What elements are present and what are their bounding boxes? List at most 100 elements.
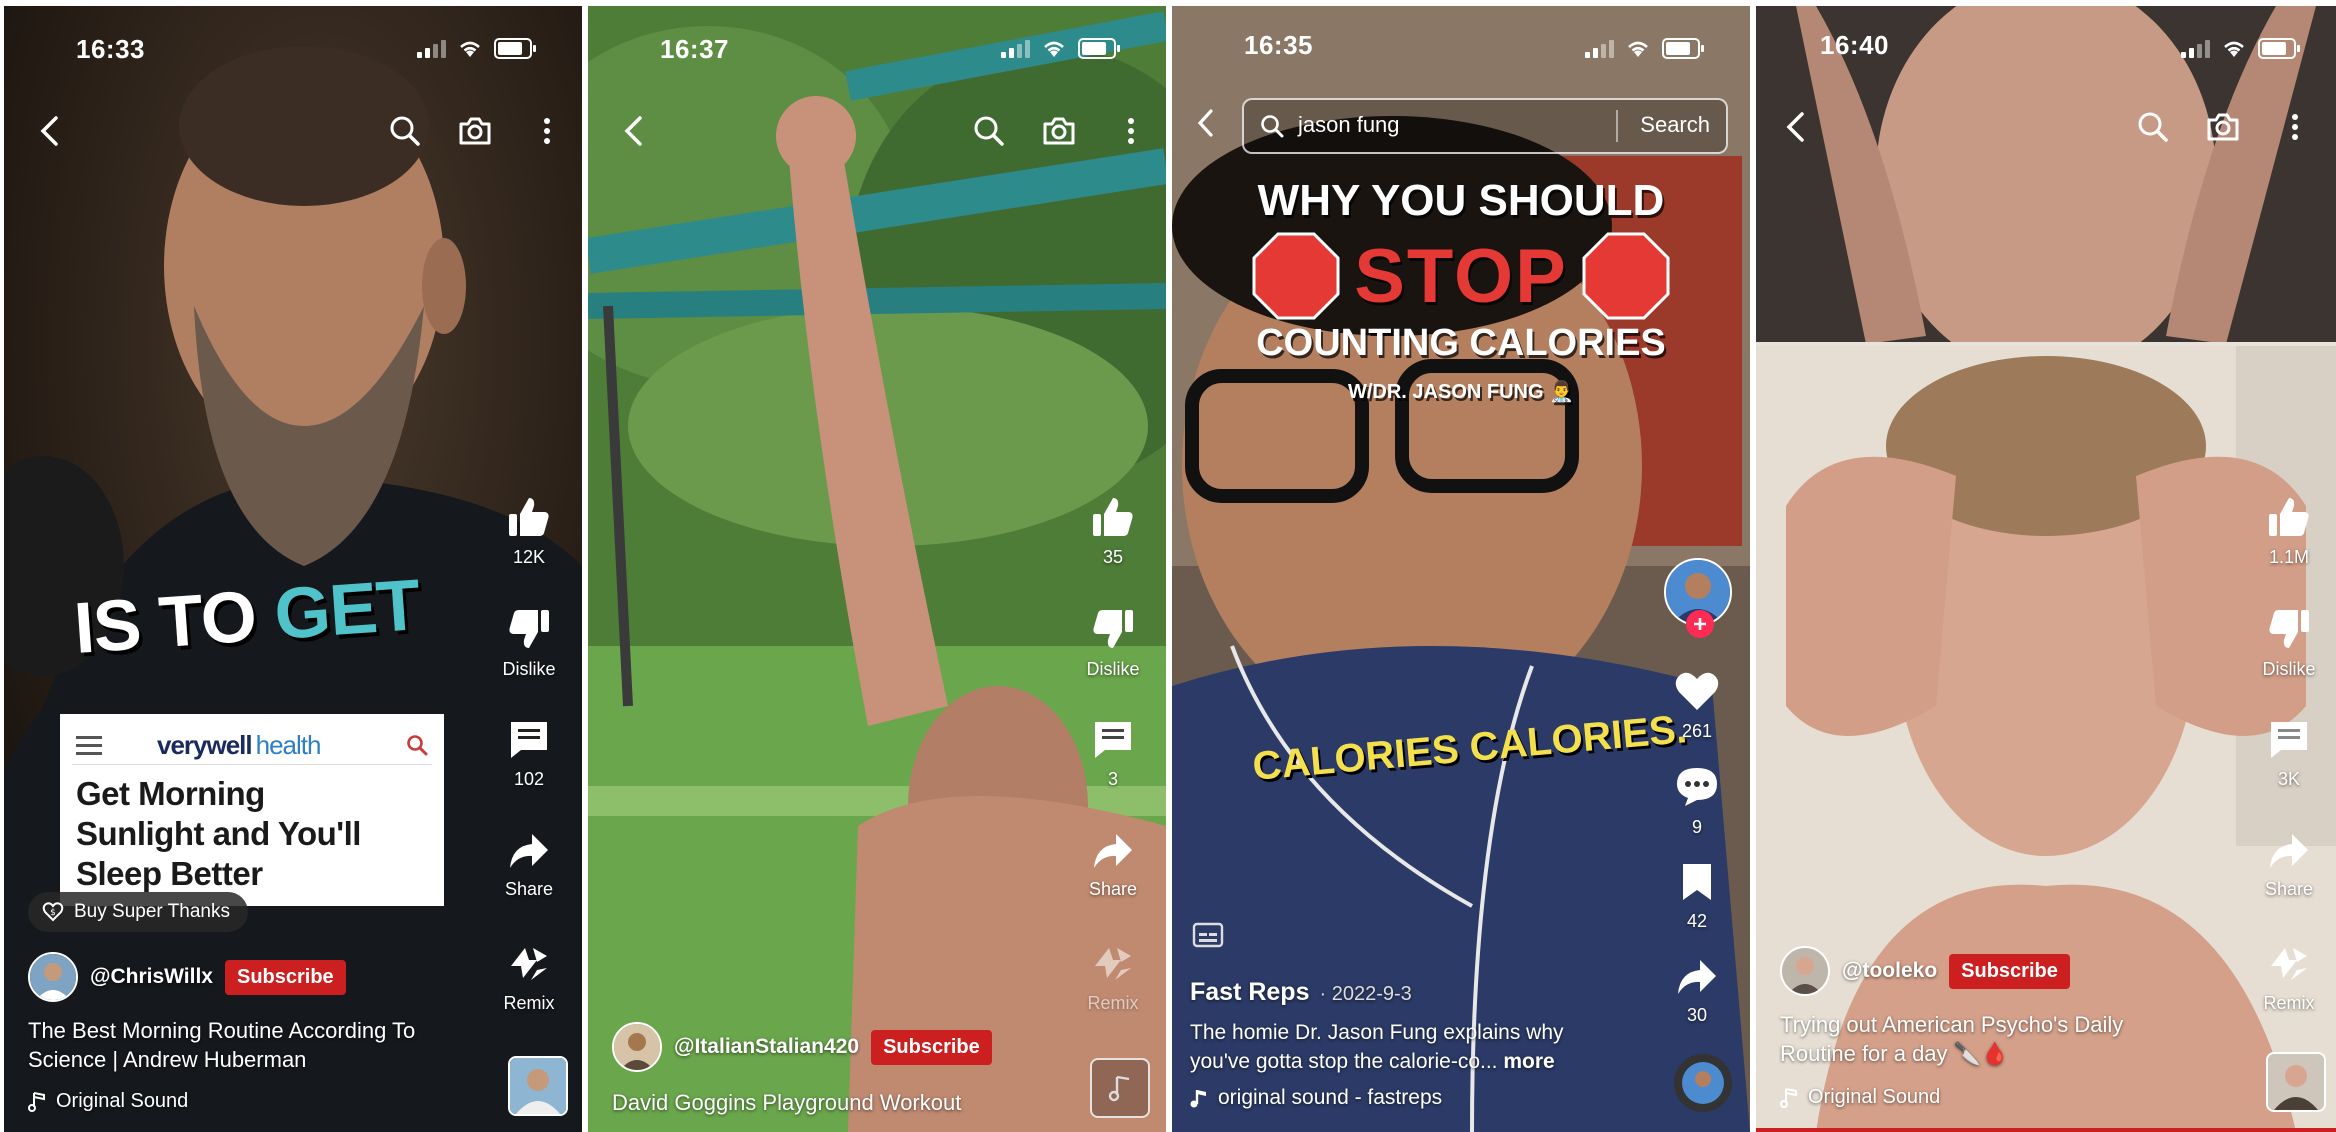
comments-button[interactable]: 102 <box>494 720 564 790</box>
share-button[interactable]: 30 <box>1662 958 1732 1026</box>
back-button[interactable] <box>24 106 74 156</box>
comment-bubble-icon <box>1677 768 1717 806</box>
channel-handle[interactable]: @tooleko <box>1842 959 1937 983</box>
video-headline: WHY YOU SHOULD STOP COUNTING CALORIES W/… <box>1172 176 1750 404</box>
sound-thumbnail[interactable] <box>508 1056 568 1116</box>
sound-link[interactable]: Original Sound <box>28 1090 188 1113</box>
search-divider <box>1616 110 1618 142</box>
search-submit-button[interactable]: Search <box>1640 112 1710 138</box>
remix-icon <box>1095 948 1131 980</box>
channel-avatar[interactable] <box>1780 946 1830 996</box>
bookmark-icon <box>1683 864 1711 900</box>
video-title[interactable]: Trying out American Psycho's Daily Routi… <box>1780 1010 2123 1068</box>
top-bar <box>588 106 1166 166</box>
like-button[interactable]: 261 <box>1662 670 1732 742</box>
camera-button[interactable] <box>2198 102 2248 152</box>
avatar-image <box>614 1024 660 1070</box>
search-icon <box>407 735 428 756</box>
thumbs-down-icon <box>2269 610 2309 648</box>
cellular-signal-icon <box>2181 39 2210 58</box>
search-icon <box>2138 112 2168 142</box>
dislike-button[interactable]: Dislike <box>494 608 564 680</box>
top-bar <box>1756 102 2336 162</box>
channel-avatar[interactable] <box>612 1022 662 1072</box>
heart-icon <box>1675 672 1719 710</box>
share-arrow-icon <box>2270 834 2308 868</box>
status-time: 16:37 <box>660 34 729 64</box>
comments-button[interactable]: 9 <box>1662 766 1732 838</box>
hamburger-menu-icon <box>76 736 102 755</box>
share-button[interactable]: Share <box>2254 832 2324 900</box>
subscribe-button[interactable]: Subscribe <box>1949 953 2070 989</box>
chevron-left-icon <box>1197 109 1213 137</box>
disc-image <box>1682 1062 1724 1104</box>
more-options-button[interactable] <box>2270 102 2320 152</box>
video-title[interactable]: The Best Morning Routine According To Sc… <box>28 1016 415 1074</box>
dislike-button[interactable]: Dislike <box>2254 608 2324 680</box>
like-button[interactable]: 35 <box>1078 496 1148 568</box>
channel-handle[interactable]: @ItalianStalian420 <box>674 1035 859 1059</box>
share-button[interactable]: Share <box>494 832 564 900</box>
like-button[interactable]: 1.1M <box>2254 496 2324 568</box>
remix-button[interactable]: Remix <box>2254 944 2324 1014</box>
search-bar[interactable]: jason fung Search <box>1242 98 1728 154</box>
short-video-screen-goggins: 16:37 35 Dislike 3 Share Remix @ItalianS… <box>588 6 1166 1132</box>
plus-icon <box>1694 618 1706 630</box>
camera-button[interactable] <box>450 106 500 156</box>
camera-icon <box>459 117 491 145</box>
sound-disc[interactable] <box>1674 1054 1732 1112</box>
more-options-button[interactable] <box>1106 106 1156 156</box>
battery-icon <box>1078 38 1120 59</box>
back-button[interactable] <box>1180 98 1230 148</box>
more-link[interactable]: more <box>1503 1050 1554 1073</box>
like-button[interactable]: 12K <box>494 496 564 568</box>
progress-bar[interactable] <box>1756 1128 2336 1132</box>
sound-thumbnail[interactable] <box>1090 1058 1150 1118</box>
super-thanks-button[interactable]: $ Buy Super Thanks <box>28 892 248 932</box>
captions-button[interactable] <box>1192 922 1224 953</box>
back-button[interactable] <box>608 106 658 156</box>
dislike-button[interactable]: Dislike <box>1078 608 1148 680</box>
search-button[interactable] <box>964 106 1014 156</box>
sound-link[interactable]: Original Sound <box>1780 1086 1940 1109</box>
more-options-button[interactable] <box>522 106 572 156</box>
battery-icon <box>494 38 536 59</box>
avatar-image <box>1782 948 1828 994</box>
bookmark-button[interactable]: 42 <box>1662 862 1732 932</box>
camera-button[interactable] <box>1034 106 1084 156</box>
action-rail: 261 9 42 30 <box>1662 670 1732 1030</box>
search-button[interactable] <box>380 106 430 156</box>
remix-button[interactable]: Remix <box>1078 944 1148 1014</box>
short-video-screen-american-psycho: 16:40 1.1M Dislike 3K Share Remix @toole… <box>1756 6 2336 1132</box>
share-button[interactable]: Share <box>1078 832 1148 900</box>
subscribe-button[interactable]: Subscribe <box>224 959 346 995</box>
search-button[interactable] <box>2128 102 2178 152</box>
action-rail: 1.1M Dislike 3K Share Remix <box>2254 496 2324 1016</box>
post-date: · 2022-9-3 <box>1319 983 1412 1005</box>
channel-avatar[interactable] <box>28 952 78 1002</box>
remix-icon <box>2271 948 2307 980</box>
search-input[interactable]: jason fung <box>1298 112 1400 138</box>
comments-button[interactable]: 3 <box>1078 720 1148 790</box>
back-button[interactable] <box>1770 102 1820 152</box>
video-description[interactable]: The homie Dr. Jason Fung explains why yo… <box>1190 1018 1564 1076</box>
follow-plus-button[interactable] <box>1686 610 1714 638</box>
comments-button[interactable]: 3K <box>2254 720 2324 790</box>
sound-thumbnail[interactable] <box>2266 1052 2326 1112</box>
status-bar: 16:37 <box>588 6 1166 86</box>
share-arrow-icon <box>1678 960 1716 994</box>
remix-button[interactable]: Remix <box>494 944 564 1014</box>
wifi-icon <box>1628 41 1648 57</box>
sound-link[interactable]: original sound - fastreps <box>1190 1086 1442 1110</box>
super-thanks-heart-icon: $ <box>42 902 64 922</box>
camera-icon <box>2207 113 2239 141</box>
progress-bar-fill <box>1756 1128 2336 1132</box>
subscribe-button[interactable]: Subscribe <box>871 1029 992 1065</box>
author-name[interactable]: Fast Reps <box>1190 978 1309 1007</box>
video-title[interactable]: David Goggins Playground Workout <box>612 1088 961 1117</box>
chevron-left-icon <box>40 116 58 146</box>
camera-icon <box>1043 117 1075 145</box>
article-card[interactable]: verywell health Get Morning Sunlight and … <box>60 714 444 906</box>
thumbs-up-icon <box>509 498 549 536</box>
channel-handle[interactable]: @ChrisWillx <box>90 965 213 989</box>
